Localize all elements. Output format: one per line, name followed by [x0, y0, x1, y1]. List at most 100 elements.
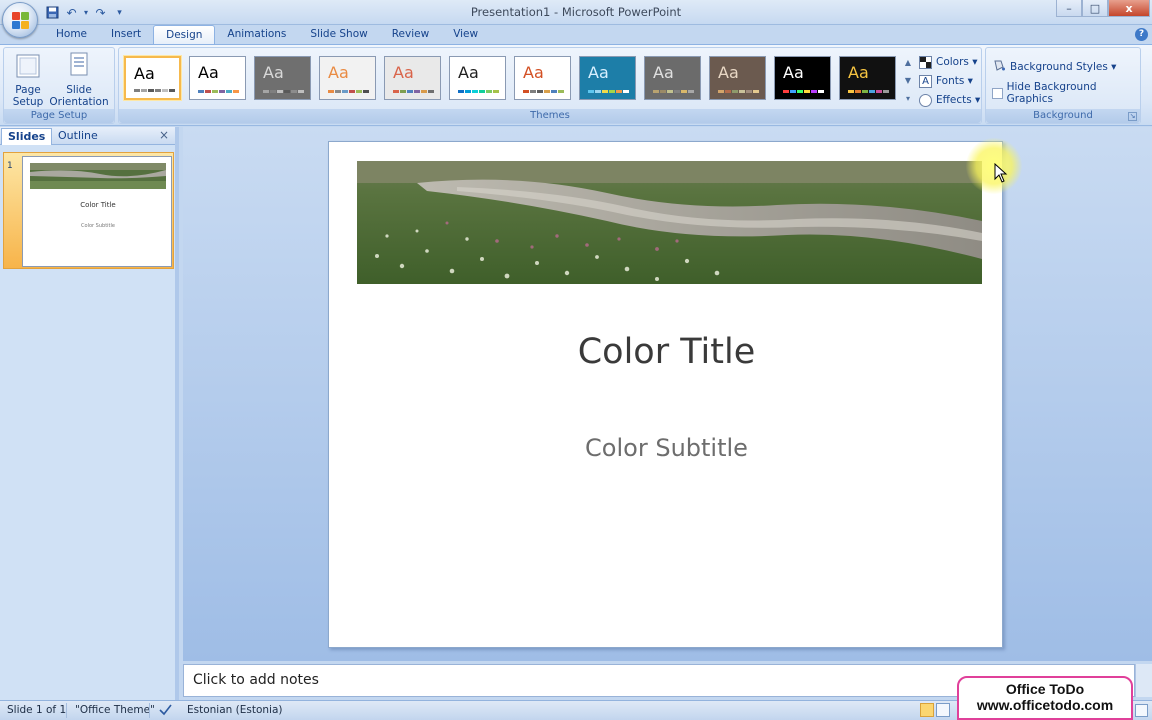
title-bar: ↶ ▾ ↷ ▾ Presentation1 - Microsoft PowerP… [0, 0, 1152, 25]
theme-sample-text: Aa [198, 63, 219, 82]
theme-color-swatches [653, 90, 694, 93]
watermark-line1: Office ToDo [1005, 681, 1085, 697]
office-button[interactable] [2, 2, 38, 38]
ribbon-tabs: Home Insert Design Animations Slide Show… [44, 25, 490, 45]
mouse-cursor-icon [994, 163, 1008, 183]
thumbnail-landscape-image [30, 163, 166, 189]
pane-tabs: Slides Outline × [0, 127, 175, 145]
theme-thumbnail[interactable]: Aa [514, 56, 571, 100]
close-icon[interactable]: × [159, 128, 169, 142]
colors-icon [919, 55, 932, 69]
tab-insert[interactable]: Insert [99, 25, 153, 45]
status-separator [66, 703, 67, 718]
themes-group: Aa Aa Aa Aa Aa Aa Aa Aa Aa Aa Aa Aa ▲ ▼ ▾ Colors ▾ … [118, 47, 982, 124]
slide-indicator: Slide 1 of 1 [7, 704, 67, 716]
theme-color-swatches [718, 90, 759, 93]
slides-pane: Slides Outline × Color Title Color Subti… [0, 127, 179, 700]
theme-color-swatches [458, 90, 499, 93]
maximize-button[interactable]: □ [1082, 0, 1108, 17]
hide-background-graphics-checkbox[interactable]: Hide Background Graphics [992, 81, 1140, 105]
vertical-scrollbar[interactable] [1135, 664, 1152, 697]
theme-sample-text: Aa [588, 63, 609, 82]
background-styles-button[interactable]: Background Styles ▾ [992, 58, 1116, 76]
help-icon[interactable]: ? [1135, 28, 1148, 41]
close-button[interactable]: x [1108, 0, 1150, 17]
theme-color-swatches [328, 90, 369, 93]
theme-thumbnail[interactable]: Aa [319, 56, 376, 100]
effects-button[interactable]: Effects ▾ [919, 91, 980, 109]
theme-thumbnail[interactable]: Aa [774, 56, 831, 100]
theme-thumbnail[interactable]: Aa [254, 56, 311, 100]
theme-color-swatches [134, 89, 175, 92]
gallery-more-icon[interactable]: ▾ [902, 90, 914, 108]
gallery-scroll-down-icon[interactable]: ▼ [902, 72, 914, 90]
language-indicator[interactable]: Estonian (Estonia) [187, 704, 283, 716]
theme-sample-text: Aa [523, 63, 544, 82]
theme-sample-text: Aa [328, 63, 349, 82]
theme-thumbnail[interactable]: Aa [579, 56, 636, 100]
page-setup-group-label: Page Setup [4, 109, 114, 123]
colors-button[interactable]: Colors ▾ [919, 53, 978, 71]
slide-orientation-icon [65, 51, 93, 81]
theme-thumbnail[interactable]: Aa [124, 56, 181, 100]
theme-sample-text: Aa [263, 63, 284, 82]
background-group-label: Background [986, 109, 1140, 123]
view-buttons [920, 703, 950, 717]
watermark-line2: www.officetodo.com [976, 697, 1114, 713]
slide-number: 1 [7, 161, 13, 171]
spell-check-icon[interactable] [158, 703, 173, 720]
thumbnail-subtitle: Color Subtitle [81, 223, 115, 229]
theme-name: "Office Theme" [75, 704, 155, 716]
office-logo-icon [12, 12, 30, 30]
page-setup-icon [14, 51, 42, 81]
tab-slides[interactable]: Slides [1, 128, 53, 145]
tab-outline[interactable]: Outline [52, 128, 104, 145]
theme-thumbnail[interactable]: Aa [384, 56, 441, 100]
normal-view-icon[interactable] [920, 703, 934, 717]
notes-placeholder[interactable]: Click to add notes [193, 672, 319, 688]
theme-sample-text: Aa [718, 63, 739, 82]
checkbox-icon [992, 87, 1003, 99]
theme-thumbnail[interactable]: Aa [839, 56, 896, 100]
theme-thumbnail[interactable]: Aa [709, 56, 766, 100]
status-separator [149, 703, 150, 718]
theme-color-swatches [588, 90, 629, 93]
effects-icon [919, 93, 932, 107]
slide-thumbnail[interactable]: Color Title Color Subtitle [22, 156, 172, 267]
slide-thumbnail-selected[interactable]: Color Title Color Subtitle [3, 152, 174, 269]
theme-sample-text: Aa [653, 63, 674, 82]
fonts-button[interactable]: A Fonts ▾ [919, 72, 973, 90]
theme-thumbnail[interactable]: Aa [644, 56, 701, 100]
themes-group-label: Themes [119, 109, 981, 123]
tab-home[interactable]: Home [44, 25, 99, 45]
thumbnail-title: Color Title [80, 201, 116, 209]
slide-sorter-view-icon[interactable] [936, 703, 950, 717]
slide-title[interactable]: Color Title [329, 332, 1004, 372]
minimize-button[interactable]: – [1056, 0, 1082, 17]
page-setup-button[interactable]: Page Setup [8, 51, 48, 108]
theme-sample-text: Aa [393, 63, 414, 82]
tab-review[interactable]: Review [380, 25, 441, 45]
fit-to-window-icon[interactable] [1135, 704, 1148, 717]
slide-canvas[interactable]: Color Title Color Subtitle [328, 141, 1003, 648]
landscape-header-image[interactable] [357, 161, 982, 284]
theme-thumbnail[interactable]: Aa [189, 56, 246, 100]
theme-color-swatches [263, 90, 304, 93]
watermark-banner: Office ToDo www.officetodo.com [957, 676, 1133, 720]
dialog-launcher-icon[interactable]: ↘ [1128, 112, 1137, 121]
theme-color-swatches [198, 90, 239, 93]
paint-bucket-icon [992, 59, 1006, 75]
gallery-scroll-up-icon[interactable]: ▲ [902, 54, 914, 72]
page-setup-group: Page Setup Slide Orientation ▾ Page Setu… [3, 47, 115, 124]
fonts-icon: A [919, 74, 932, 88]
slide-editing-area: Color Title Color Subtitle [183, 127, 1152, 661]
tab-view[interactable]: View [441, 25, 490, 45]
window-controls: – □ x [1056, 0, 1150, 17]
tab-animations[interactable]: Animations [215, 25, 298, 45]
theme-thumbnail[interactable]: Aa [449, 56, 506, 100]
tab-design[interactable]: Design [153, 25, 216, 45]
theme-sample-text: Aa [134, 64, 155, 83]
slide-subtitle[interactable]: Color Subtitle [329, 434, 1004, 462]
tab-slide-show[interactable]: Slide Show [298, 25, 379, 45]
theme-color-swatches [848, 90, 889, 93]
